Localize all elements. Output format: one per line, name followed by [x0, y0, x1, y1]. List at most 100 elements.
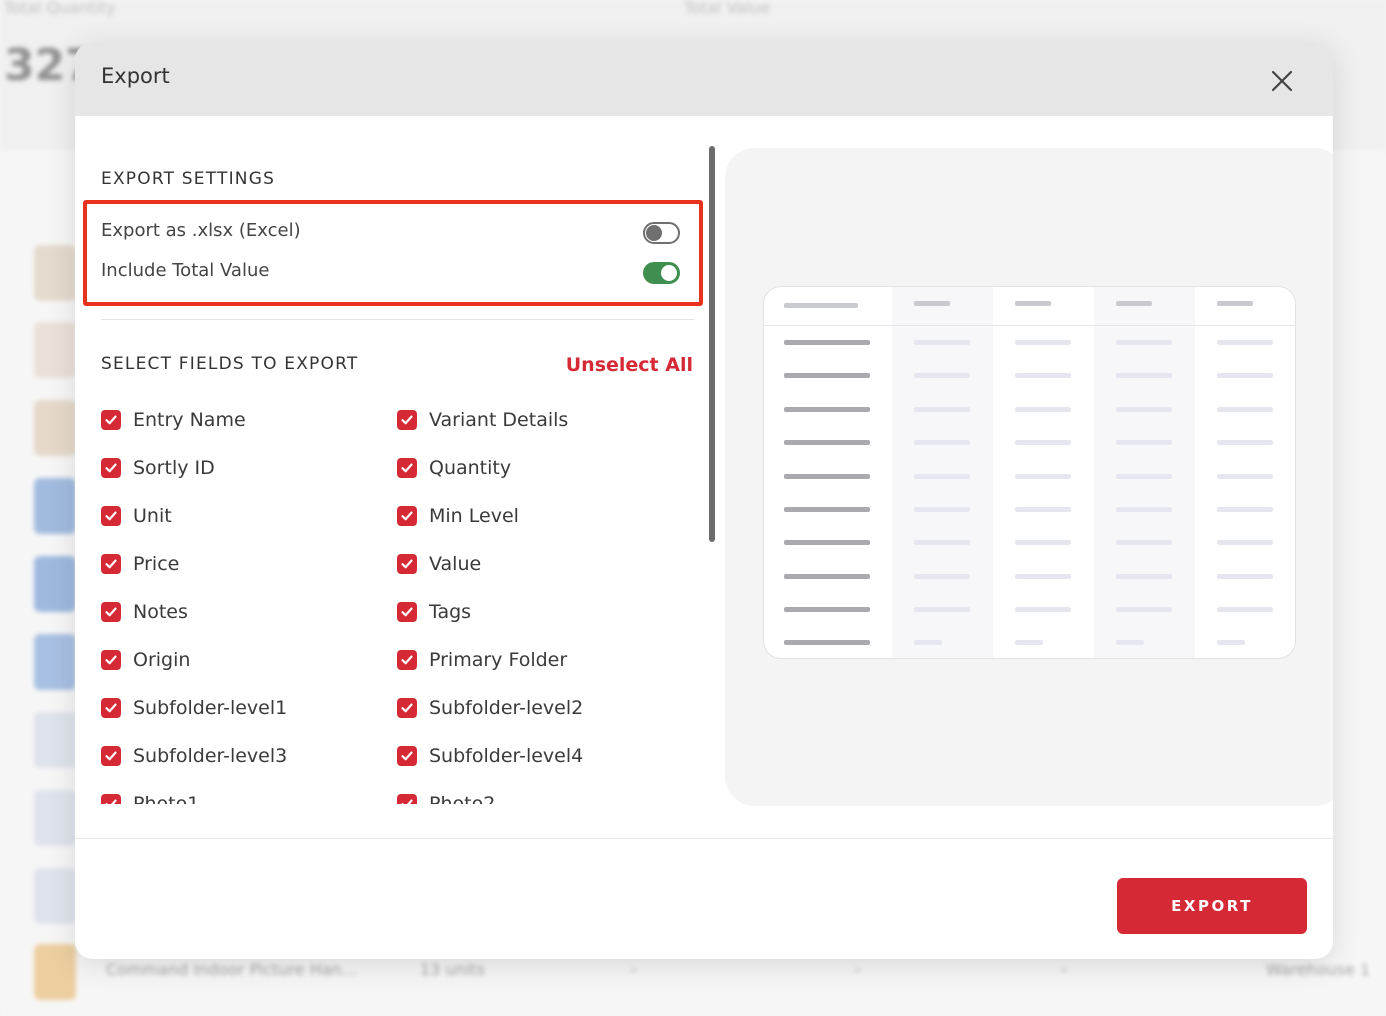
field-unit[interactable]: Unit — [101, 503, 172, 529]
field-tags[interactable]: Tags — [397, 599, 471, 625]
preview-cell — [1015, 407, 1071, 412]
toggle-knob — [646, 225, 662, 241]
select-fields-heading: SELECT FIELDS TO EXPORT — [101, 354, 359, 374]
checkbox[interactable] — [101, 458, 121, 478]
preview-cell — [914, 340, 970, 345]
include-total-value-label: Include Total Value — [101, 260, 270, 281]
item-thumbnail — [34, 944, 76, 1000]
preview-cell — [784, 540, 870, 545]
preview-cell — [914, 640, 942, 645]
field-sortly-id[interactable]: Sortly ID — [101, 455, 215, 481]
preview-cell — [784, 507, 870, 512]
checkbox[interactable] — [397, 698, 417, 718]
export-xlsx-toggle[interactable] — [643, 222, 680, 244]
preview-cell — [914, 440, 970, 445]
field-subfolder-level1[interactable]: Subfolder-level1 — [101, 695, 287, 721]
checkbox[interactable] — [397, 602, 417, 622]
export-xlsx-label: Export as .xlsx (Excel) — [101, 220, 301, 241]
field-price[interactable]: Price — [101, 551, 179, 577]
field-label: Primary Folder — [429, 649, 568, 671]
checkmark-icon — [105, 415, 117, 425]
unselect-all-link[interactable]: Unselect All — [566, 354, 693, 376]
modal-title: Export — [101, 64, 170, 88]
close-icon — [1271, 70, 1293, 92]
checkmark-icon — [105, 607, 117, 617]
field-label: Variant Details — [429, 409, 569, 431]
field-variant-details[interactable]: Variant Details — [397, 407, 568, 433]
checkmark-icon — [105, 703, 117, 713]
preview-cell — [914, 507, 970, 512]
toggle-knob — [661, 265, 677, 281]
total-quantity-label: Total Quantity — [4, 0, 116, 17]
checkbox[interactable] — [397, 650, 417, 670]
checkbox[interactable] — [101, 410, 121, 430]
preview-cell — [1116, 474, 1172, 479]
preview-cell — [1217, 574, 1273, 579]
modal-header: Export — [75, 42, 1333, 116]
preview-cell — [914, 407, 970, 412]
field-subfolder-level4[interactable]: Subfolder-level4 — [397, 743, 583, 769]
field-min-level[interactable]: Min Level — [397, 503, 519, 529]
include-total-value-toggle[interactable] — [643, 262, 680, 284]
field-entry-name[interactable]: Entry Name — [101, 407, 246, 433]
checkmark-icon — [105, 751, 117, 761]
export-settings-heading: EXPORT SETTINGS — [101, 169, 276, 189]
field-primary-folder[interactable]: Primary Folder — [397, 647, 567, 673]
field-origin[interactable]: Origin — [101, 647, 190, 673]
preview-cell — [1217, 540, 1273, 545]
field-label: Price — [133, 553, 180, 575]
checkbox[interactable] — [101, 554, 121, 574]
preview-cell — [784, 440, 870, 445]
close-button[interactable] — [1269, 68, 1295, 94]
section-divider — [101, 319, 694, 320]
checkmark-icon — [401, 655, 413, 665]
item-thumbnail — [34, 868, 76, 924]
preview-cell — [914, 574, 970, 579]
checkbox[interactable] — [101, 506, 121, 526]
field-photo1[interactable]: Photo1 — [101, 791, 199, 804]
export-preview-panel — [725, 148, 1333, 806]
field-photo2[interactable]: Photo2 — [397, 791, 495, 804]
checkbox[interactable] — [397, 410, 417, 430]
field-quantity[interactable]: Quantity — [397, 455, 511, 481]
checkbox[interactable] — [397, 458, 417, 478]
item-quantity: 13 units — [420, 960, 485, 979]
checkmark-icon — [401, 511, 413, 521]
checkmark-icon — [401, 799, 413, 804]
checkbox[interactable] — [397, 746, 417, 766]
preview-cell — [1116, 507, 1172, 512]
checkbox[interactable] — [397, 554, 417, 574]
export-button[interactable]: EXPORT — [1117, 878, 1307, 934]
checkmark-icon — [401, 703, 413, 713]
preview-cell — [1015, 574, 1071, 579]
field-subfolder-level2[interactable]: Subfolder-level2 — [397, 695, 583, 721]
item-placeholder: – — [854, 960, 862, 979]
checkbox[interactable] — [397, 506, 417, 526]
checkbox[interactable] — [101, 746, 121, 766]
item-thumbnail — [34, 556, 76, 612]
checkbox[interactable] — [397, 794, 417, 804]
field-label: Subfolder-level3 — [133, 745, 288, 767]
preview-cell — [1015, 440, 1071, 445]
checkbox[interactable] — [101, 698, 121, 718]
preview-header-bar — [1015, 301, 1051, 306]
item-thumbnail — [34, 322, 76, 378]
field-label: Sortly ID — [133, 457, 215, 479]
checkbox[interactable] — [101, 602, 121, 622]
field-value[interactable]: Value — [397, 551, 481, 577]
field-subfolder-level3[interactable]: Subfolder-level3 — [101, 743, 287, 769]
preview-cell — [1217, 340, 1273, 345]
checkbox[interactable] — [101, 794, 121, 804]
preview-cell — [1015, 607, 1071, 612]
item-location: Warehouse 1 — [1266, 960, 1371, 979]
preview-header-line — [764, 325, 1295, 326]
preview-cell — [784, 607, 870, 612]
checkmark-icon — [105, 559, 117, 569]
checkbox[interactable] — [101, 650, 121, 670]
settings-scrollbar[interactable] — [709, 146, 715, 542]
fields-list: Entry Name Variant Details Sortly ID Qua… — [75, 392, 705, 804]
field-label: Entry Name — [133, 409, 246, 431]
field-notes[interactable]: Notes — [101, 599, 188, 625]
checkmark-icon — [401, 415, 413, 425]
preview-cell — [1116, 640, 1144, 645]
